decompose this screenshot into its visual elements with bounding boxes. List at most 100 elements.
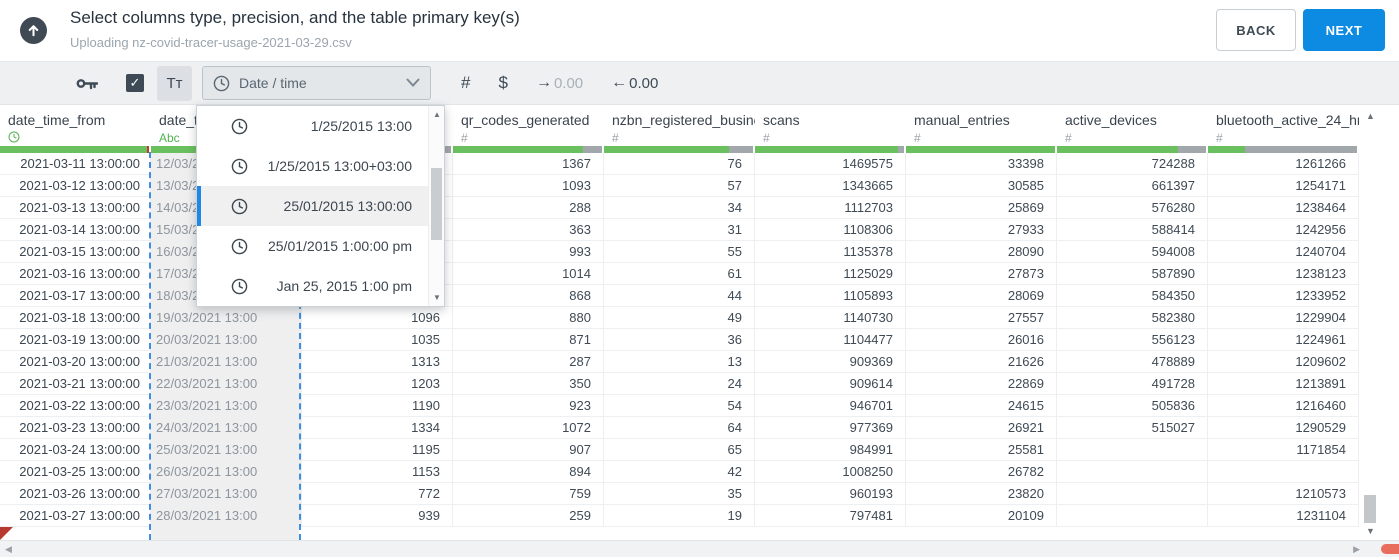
cell[interactable]: 1072 [453,417,604,439]
cell[interactable]: 24615 [906,395,1057,417]
cell[interactable] [1208,461,1359,483]
cell[interactable]: 772 [302,483,453,505]
cell[interactable]: 584350 [1057,285,1208,307]
cell[interactable]: 28090 [906,241,1057,263]
scroll-up-icon[interactable]: ▲ [1363,111,1378,121]
cell[interactable]: 939 [302,505,453,527]
scroll-left-icon[interactable]: ◀ [5,544,12,555]
cell[interactable]: 24/03/2021 13:00 [151,417,302,439]
cell[interactable]: 2021-03-15 13:00:00 [0,241,151,263]
dropdown-option[interactable]: 1/25/2015 13:00+03:00 [197,146,444,186]
cell[interactable]: 42 [604,461,755,483]
cell[interactable]: 2021-03-11 13:00:00 [0,153,151,175]
cell[interactable]: 288 [453,197,604,219]
cell[interactable]: 582380 [1057,307,1208,329]
cell[interactable]: 1108306 [755,219,906,241]
cell[interactable]: 1008250 [755,461,906,483]
cell[interactable]: 1195 [302,439,453,461]
cell[interactable]: 871 [453,329,604,351]
increase-precision-button[interactable]: ← 0.00 [611,74,658,92]
scroll-up-icon[interactable]: ▲ [429,110,445,119]
cell[interactable]: 1014 [453,263,604,285]
dropdown-option[interactable]: 25/01/2015 13:00:00 [197,186,444,226]
cell[interactable]: 31 [604,219,755,241]
column-header-scans[interactable]: scans # [755,105,906,146]
cell[interactable]: 19/03/2021 13:00 [151,307,302,329]
cell[interactable]: 54 [604,395,755,417]
cell[interactable]: 25/03/2021 13:00 [151,439,302,461]
cell[interactable]: 2021-03-16 13:00:00 [0,263,151,285]
cell[interactable]: 44 [604,285,755,307]
primary-key-icon[interactable] [76,76,98,91]
cell[interactable]: 25581 [906,439,1057,461]
cell[interactable]: 907 [453,439,604,461]
cell[interactable]: 923 [453,395,604,417]
cell[interactable]: 35 [604,483,755,505]
cell[interactable]: 2021-03-24 13:00:00 [0,439,151,461]
cell[interactable]: 49 [604,307,755,329]
cell[interactable] [1057,483,1208,505]
cell[interactable]: 1035 [302,329,453,351]
cell[interactable]: 1190 [302,395,453,417]
cell[interactable]: 1203 [302,373,453,395]
cell[interactable]: 2021-03-19 13:00:00 [0,329,151,351]
cell[interactable]: 576280 [1057,197,1208,219]
cell[interactable]: 28/03/2021 13:00 [151,505,302,527]
cell[interactable]: 977369 [755,417,906,439]
cell[interactable]: 64 [604,417,755,439]
cell[interactable]: 259 [453,505,604,527]
cell[interactable]: 868 [453,285,604,307]
cell[interactable]: 587890 [1057,263,1208,285]
cell[interactable]: 1367 [453,153,604,175]
cell[interactable]: 1343665 [755,175,906,197]
cell[interactable]: 1125029 [755,263,906,285]
cell[interactable]: 24 [604,373,755,395]
cell[interactable]: 946701 [755,395,906,417]
cell[interactable]: 23820 [906,483,1057,505]
decrease-precision-button[interactable]: → 0.00 [536,74,583,92]
cell[interactable]: 1334 [302,417,453,439]
cell[interactable]: 27933 [906,219,1057,241]
cell[interactable]: 1231104 [1208,505,1359,527]
scroll-down-icon[interactable]: ▼ [429,293,445,302]
cell[interactable]: 909614 [755,373,906,395]
dropdown-option[interactable]: 1/25/2015 13:00 [197,106,444,146]
cell[interactable]: 22/03/2021 13:00 [151,373,302,395]
cell[interactable]: 1213891 [1208,373,1359,395]
cell[interactable]: 13 [604,351,755,373]
number-type-button[interactable]: # [461,73,470,93]
cell[interactable]: 26921 [906,417,1057,439]
cell[interactable]: 2021-03-22 13:00:00 [0,395,151,417]
cell[interactable]: 2021-03-18 13:00:00 [0,307,151,329]
cell[interactable]: 993 [453,241,604,263]
boolean-type-checkbox[interactable]: ✓ [126,74,144,92]
cell[interactable]: 1261266 [1208,153,1359,175]
cell[interactable]: 588414 [1057,219,1208,241]
cell[interactable]: 55 [604,241,755,263]
cell[interactable]: 724288 [1057,153,1208,175]
column-header-manual_entries[interactable]: manual_entries # [906,105,1057,146]
column-header-active_devices[interactable]: active_devices # [1057,105,1208,146]
cell[interactable]: 61 [604,263,755,285]
cell[interactable]: 26782 [906,461,1057,483]
cell[interactable]: 1210573 [1208,483,1359,505]
horizontal-scrollbar-thumb[interactable] [1381,544,1399,554]
cell[interactable]: 556123 [1057,329,1208,351]
vertical-scrollbar[interactable]: ▲ ▼ [1363,107,1378,540]
scroll-down-icon[interactable]: ▼ [1363,526,1378,536]
currency-type-button[interactable]: $ [498,73,507,93]
cell[interactable]: 2021-03-25 13:00:00 [0,461,151,483]
cell[interactable]: 759 [453,483,604,505]
cell[interactable]: 19 [604,505,755,527]
cell[interactable]: 880 [453,307,604,329]
cell[interactable]: 287 [453,351,604,373]
cell[interactable]: 28069 [906,285,1057,307]
cell[interactable]: 1224961 [1208,329,1359,351]
cell[interactable]: 2021-03-12 13:00:00 [0,175,151,197]
column-header-qr_codes_generated[interactable]: qr_codes_generated # [453,105,604,146]
cell[interactable]: 1209602 [1208,351,1359,373]
cell[interactable]: 27/03/2021 13:00 [151,483,302,505]
cell[interactable] [1057,439,1208,461]
column-header-date_time_from[interactable]: date_time_from [0,105,151,146]
cell[interactable]: 960193 [755,483,906,505]
